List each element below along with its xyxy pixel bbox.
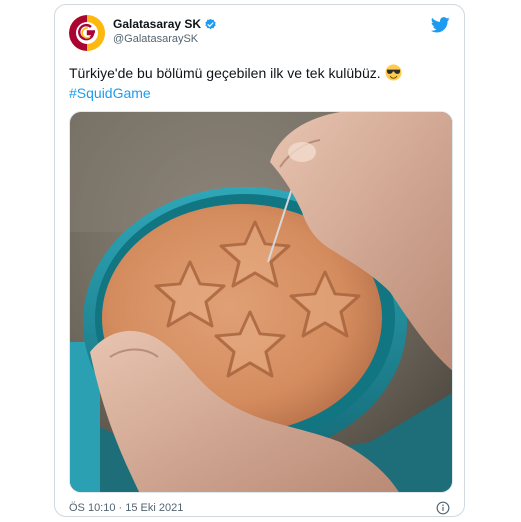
display-name-row: Galatasaray SK xyxy=(113,17,217,31)
twitter-bird-icon[interactable] xyxy=(431,17,450,33)
tweet-body: Türkiye'de bu bölümü geçebilen ilk ve te… xyxy=(69,63,450,103)
sunglasses-emoji xyxy=(384,64,402,81)
dalgona-candy-photo xyxy=(70,112,452,492)
galatasaray-logo-icon xyxy=(69,15,105,51)
info-icon[interactable] xyxy=(436,501,450,515)
verified-badge-icon xyxy=(205,18,216,29)
hashtag-link[interactable]: #SquidGame xyxy=(69,83,450,103)
timestamp[interactable]: ÖS 10:10 · 15 Eki 2021 xyxy=(69,502,183,514)
handle[interactable]: @GalatasaraySK xyxy=(113,33,217,45)
tweet-header: Galatasaray SK @GalatasaraySK xyxy=(69,15,450,55)
tweet-text: Türkiye'de bu bölümü geçebilen ilk ve te… xyxy=(69,65,381,81)
avatar[interactable] xyxy=(69,15,105,51)
tweet-media-image[interactable] xyxy=(69,111,453,493)
author-block: Galatasaray SK @GalatasaraySK xyxy=(113,17,217,45)
tweet-card[interactable]: Galatasaray SK @GalatasaraySK Türkiye'de… xyxy=(54,4,465,517)
display-name[interactable]: Galatasaray SK xyxy=(113,17,201,31)
tweet-footer: ÖS 10:10 · 15 Eki 2021 xyxy=(69,501,450,516)
